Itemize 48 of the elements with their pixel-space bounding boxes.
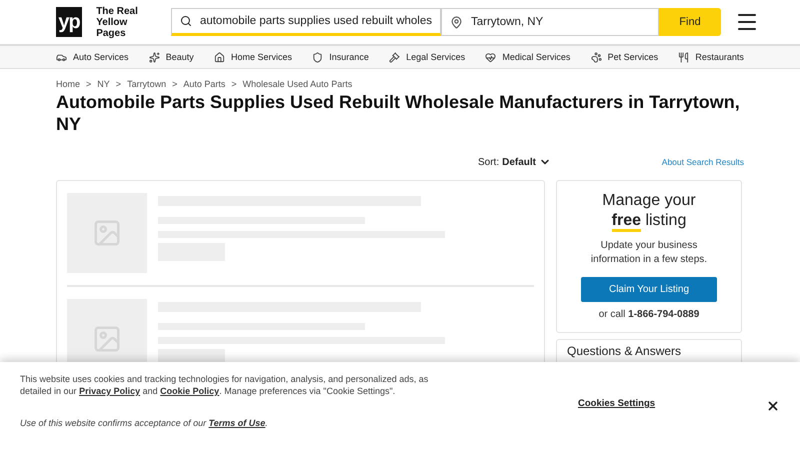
find-button[interactable]: Find	[659, 8, 721, 36]
cookie-notice: This website uses cookies and tracking technologies for navigation, analysis, and personalized ads, as detailed in our Privacy Policy and Cookie Policy. Manage preferences via "Cookie Settings".	[20, 373, 430, 397]
terms-link[interactable]: Terms of Use	[208, 418, 266, 428]
claim-button[interactable]: Claim Your Listing	[581, 277, 717, 302]
breadcrumb-link[interactable]: Tarrytown	[127, 79, 166, 89]
beauty-icon	[148, 52, 160, 62]
category-link[interactable]: Insurance	[312, 52, 369, 62]
breadcrumb-separator: >	[172, 79, 178, 89]
breadcrumb-separator: >	[116, 79, 122, 89]
fork-icon	[678, 52, 690, 62]
cookie-policy-link[interactable]: Cookie Policy	[160, 386, 220, 396]
breadcrumb-link[interactable]: Home	[56, 79, 80, 89]
search-icon	[180, 15, 192, 27]
call-text: or call 1-866-794-0889	[598, 309, 700, 320]
category-link[interactable]: Auto Services	[56, 52, 129, 62]
sort-dropdown[interactable]: Sort: Default	[478, 156, 552, 168]
image-icon	[92, 218, 122, 248]
heart-icon	[485, 52, 496, 62]
category-link[interactable]: Restaurants	[678, 52, 744, 62]
image-icon	[92, 324, 122, 354]
breadcrumb-link[interactable]: Auto Parts	[183, 79, 226, 89]
about-link[interactable]: About Search Results	[662, 157, 744, 167]
qa-heading: Questions & Answers	[567, 344, 682, 358]
breadcrumb-link[interactable]: NY	[97, 79, 110, 89]
category-link[interactable]: Home Services	[214, 52, 292, 62]
category-link[interactable]: Legal Services	[389, 52, 466, 62]
location-field[interactable]: Tarrytown, NY	[441, 8, 659, 36]
close-button[interactable]	[766, 399, 780, 413]
terms-notice: Use of this website confirms acceptance of our Terms of Use.	[20, 417, 269, 429]
category-link[interactable]: Pet Services	[590, 52, 658, 62]
paw-icon	[590, 52, 602, 62]
breadcrumb-separator: >	[86, 79, 92, 89]
home-icon	[214, 52, 226, 62]
breadcrumb-link[interactable]: Wholesale Used Auto Parts	[242, 79, 352, 89]
pin-icon	[450, 16, 463, 28]
category-link[interactable]: Medical Services	[485, 52, 570, 62]
gavel-icon	[389, 52, 400, 62]
page-title: Automobile Parts Supplies Used Rebuilt Wholesale Manufacturers in Tarrytown, NY	[56, 91, 741, 135]
logo-text: The Real Yellow Pages	[96, 6, 139, 38]
privacy-link[interactable]: Privacy Policy	[79, 386, 140, 396]
category-link[interactable]: Beauty	[148, 52, 194, 62]
cookies-settings-button[interactable]: Cookies Settings	[578, 398, 656, 409]
shield-icon	[312, 52, 324, 62]
breadcrumb-separator: >	[231, 79, 237, 89]
search-field[interactable]: automobile parts supplies used rebuilt wholes	[171, 8, 441, 36]
logo-mark[interactable]: yp	[56, 7, 82, 37]
card-text: Update your business information in a few steps.	[590, 239, 708, 267]
card-heading: Manage your free listing	[594, 191, 704, 231]
